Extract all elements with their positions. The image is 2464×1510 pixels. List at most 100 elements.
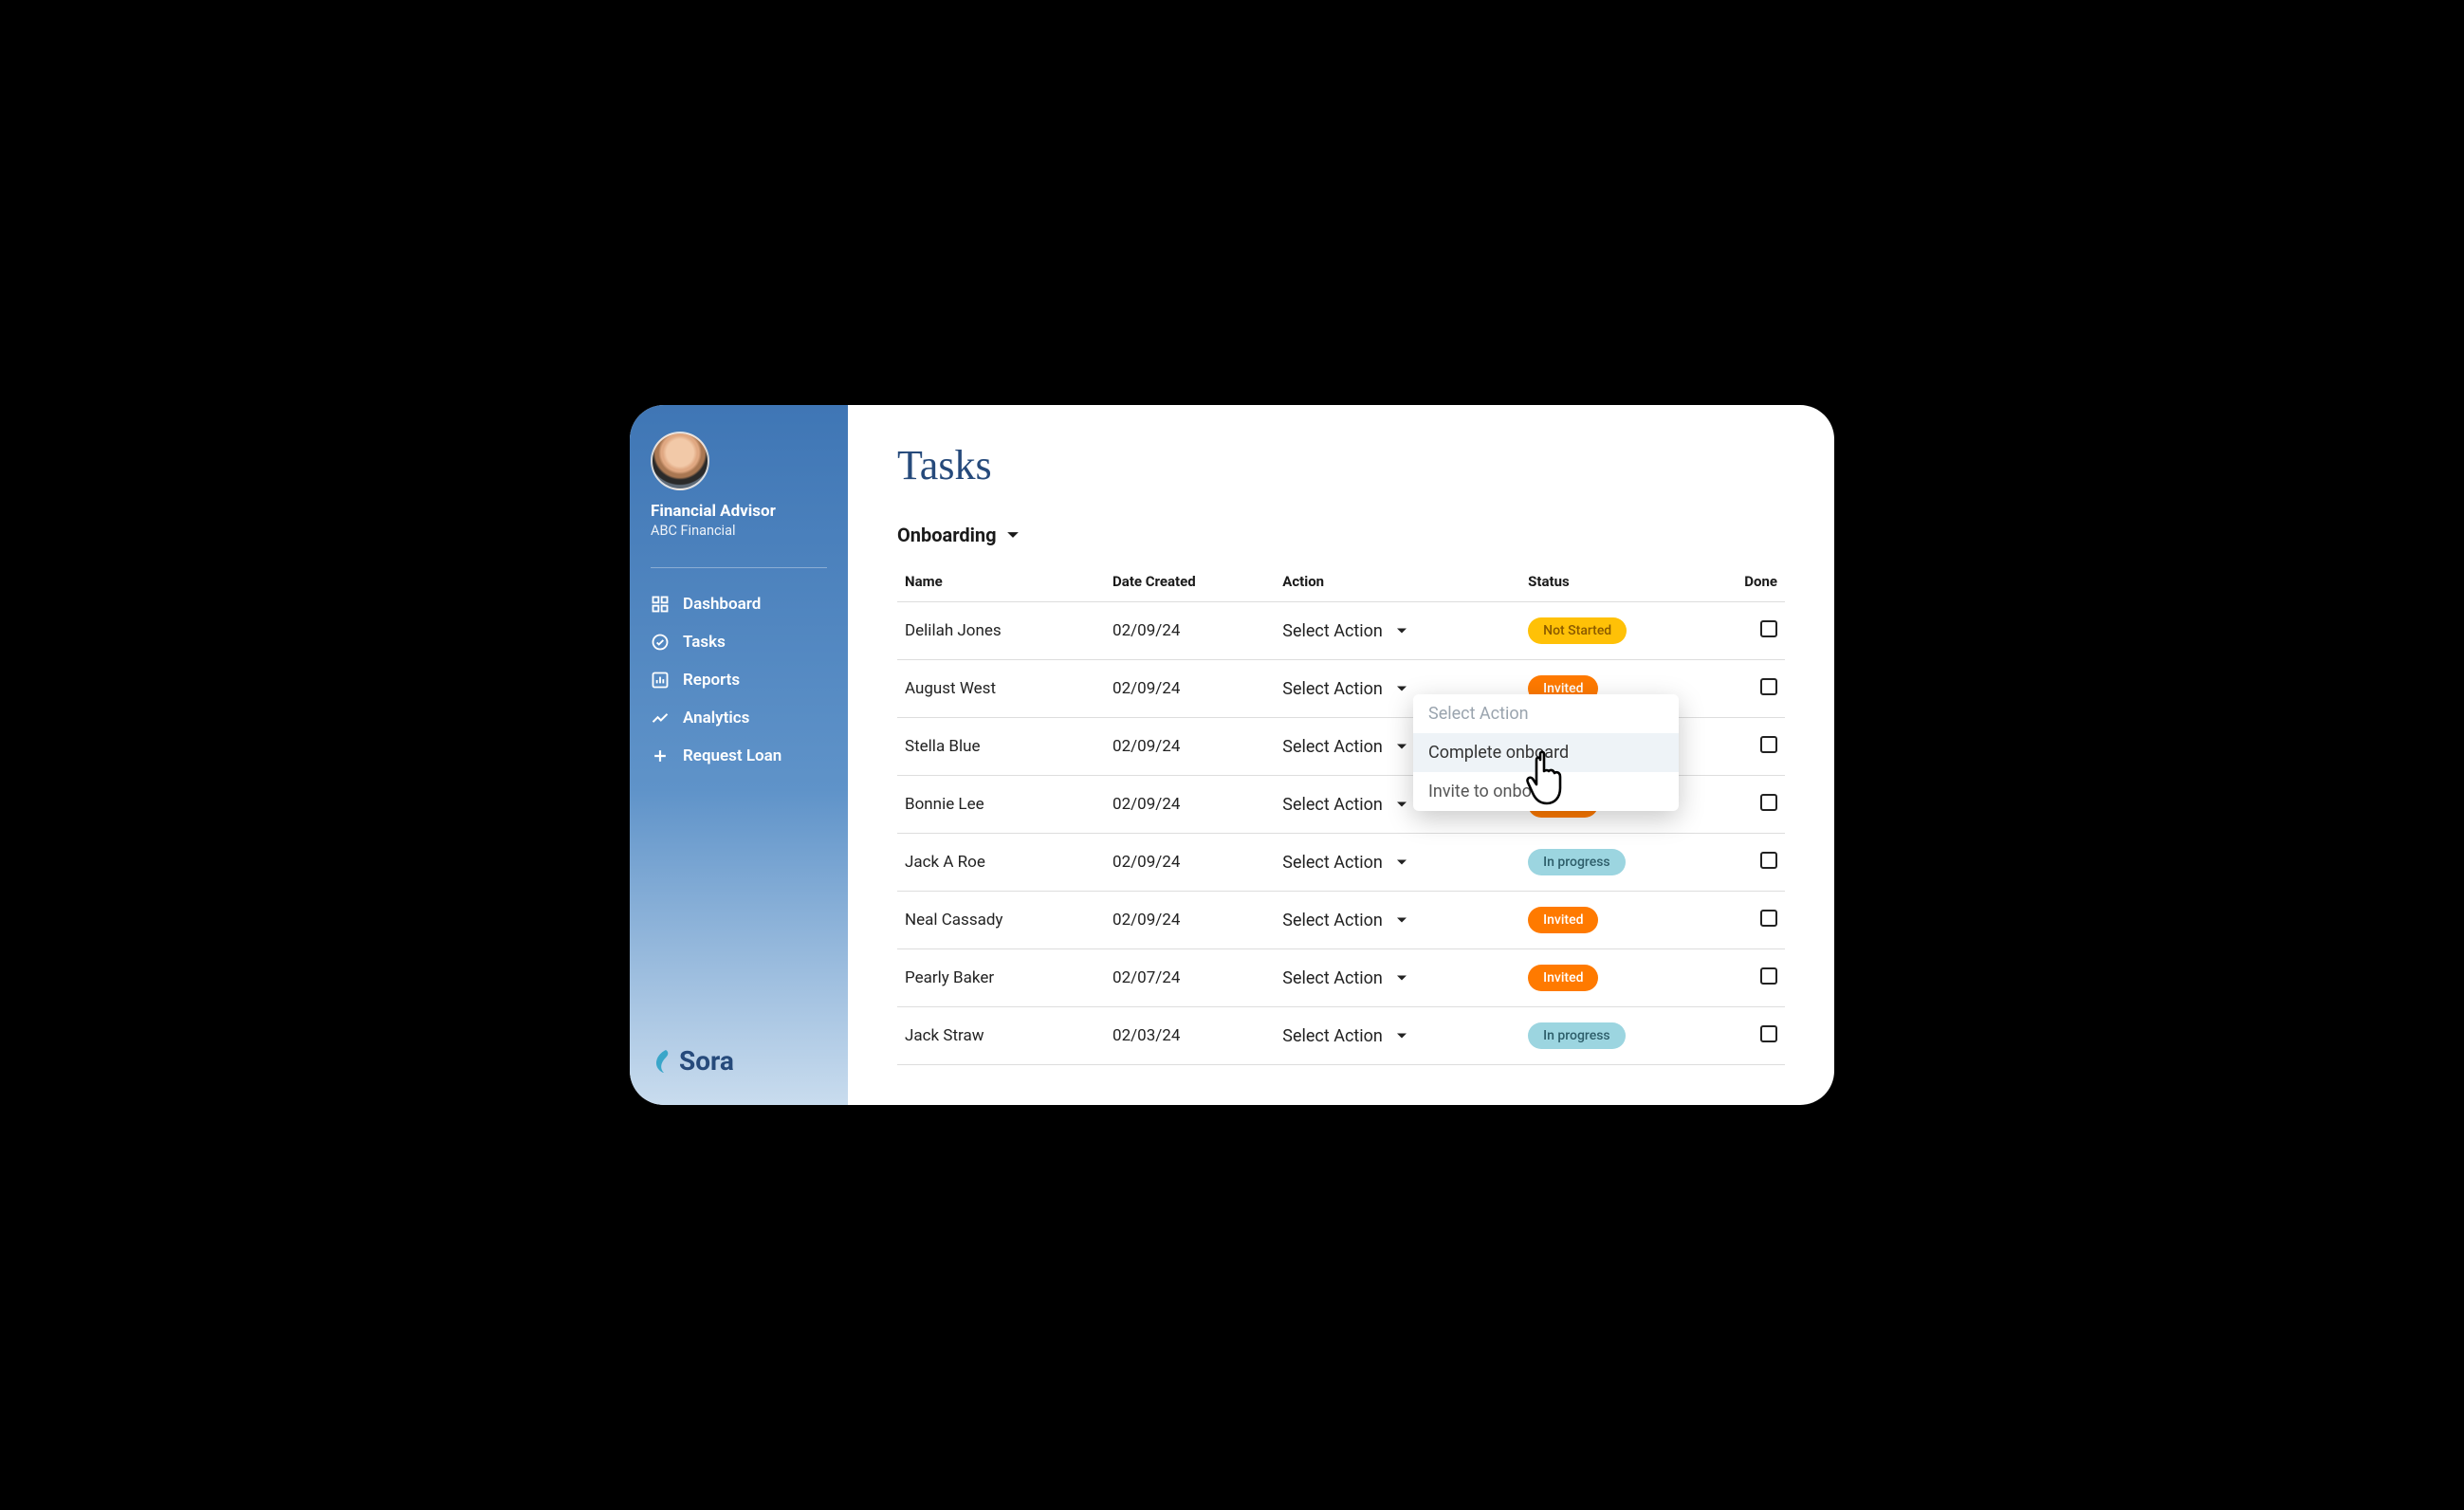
done-checkbox[interactable]: [1760, 967, 1777, 985]
sidebar-nav: Dashboard Tasks Reports Analytics: [630, 585, 848, 775]
col-header-name: Name: [897, 562, 1105, 602]
sidebar-item-label: Tasks: [683, 633, 726, 652]
cell-done: [1709, 602, 1785, 660]
profile-org: ABC Financial: [651, 523, 827, 539]
cell-name: Pearly Baker: [897, 949, 1105, 1007]
chevron-down-icon: [1396, 679, 1407, 699]
chevron-down-icon: [1396, 621, 1407, 641]
dropdown-item: Select Action: [1413, 694, 1679, 733]
col-header-action: Action: [1275, 562, 1520, 602]
cell-date: 02/07/24: [1105, 949, 1275, 1007]
grid-icon: [651, 595, 670, 614]
profile-block: Financial Advisor ABC Financial: [630, 432, 848, 558]
cursor-hand-icon: [1521, 748, 1572, 811]
table-header: Name Date Created Action Status Done: [897, 562, 1785, 602]
select-action-dropdown[interactable]: Select Action: [1282, 679, 1407, 699]
filter-dropdown[interactable]: Onboarding: [897, 524, 1785, 546]
cell-name: Delilah Jones: [897, 602, 1105, 660]
check-circle-icon: [651, 633, 670, 652]
cell-done: [1709, 1007, 1785, 1065]
avatar[interactable]: [651, 432, 709, 490]
sidebar: Financial Advisor ABC Financial Dashboar…: [630, 405, 848, 1105]
cell-action: Select Action: [1275, 834, 1520, 892]
brand-name: Sora: [679, 1045, 734, 1077]
app-window: Financial Advisor ABC Financial Dashboar…: [630, 405, 1834, 1105]
bar-chart-icon: [651, 671, 670, 690]
cell-done: [1709, 718, 1785, 776]
sidebar-item-label: Analytics: [683, 709, 749, 727]
cell-done: [1709, 834, 1785, 892]
cell-date: 02/09/24: [1105, 602, 1275, 660]
done-checkbox[interactable]: [1760, 852, 1777, 869]
select-action-dropdown[interactable]: Select Action: [1282, 621, 1407, 641]
col-header-date: Date Created: [1105, 562, 1275, 602]
sidebar-divider: [651, 567, 827, 568]
cell-done: [1709, 892, 1785, 949]
select-action-label: Select Action: [1282, 621, 1383, 641]
cell-name: Bonnie Lee: [897, 776, 1105, 834]
cell-date: 02/09/24: [1105, 660, 1275, 718]
cell-status: Not Started: [1520, 602, 1709, 660]
select-action-dropdown[interactable]: Select Action: [1282, 911, 1407, 930]
chevron-down-icon: [1396, 853, 1407, 873]
select-action-label: Select Action: [1282, 737, 1383, 757]
cell-action: Select Action: [1275, 892, 1520, 949]
done-checkbox[interactable]: [1760, 620, 1777, 637]
cell-name: Stella Blue: [897, 718, 1105, 776]
cell-date: 02/03/24: [1105, 1007, 1275, 1065]
sidebar-item-label: Dashboard: [683, 595, 761, 614]
select-action-label: Select Action: [1282, 679, 1383, 699]
cell-action: Select Action: [1275, 949, 1520, 1007]
select-action-dropdown[interactable]: Select Action: [1282, 968, 1407, 988]
table-row: Delilah Jones 02/09/24 Select Action Not…: [897, 602, 1785, 660]
done-checkbox[interactable]: [1760, 910, 1777, 927]
status-badge: In progress: [1528, 849, 1626, 875]
cell-date: 02/09/24: [1105, 834, 1275, 892]
select-action-label: Select Action: [1282, 968, 1383, 988]
sidebar-item-dashboard[interactable]: Dashboard: [630, 585, 848, 623]
cell-status: In progress: [1520, 1007, 1709, 1065]
page-title: Tasks: [897, 441, 1785, 489]
chevron-down-icon: [1396, 911, 1407, 930]
sidebar-item-analytics[interactable]: Analytics: [630, 699, 848, 737]
cell-date: 02/09/24: [1105, 892, 1275, 949]
cell-done: [1709, 660, 1785, 718]
cell-action: Select Action: [1275, 1007, 1520, 1065]
table-row: Neal Cassady 02/09/24 Select Action Invi…: [897, 892, 1785, 949]
done-checkbox[interactable]: [1760, 678, 1777, 695]
done-checkbox[interactable]: [1760, 736, 1777, 753]
chevron-down-icon: [1396, 968, 1407, 988]
table-row: Pearly Baker 02/07/24 Select Action Invi…: [897, 949, 1785, 1007]
sidebar-item-reports[interactable]: Reports: [630, 661, 848, 699]
brand-logo: Sora: [630, 1045, 848, 1084]
status-badge: Invited: [1528, 965, 1598, 991]
select-action-dropdown[interactable]: Select Action: [1282, 1026, 1407, 1046]
select-action-label: Select Action: [1282, 853, 1383, 873]
select-action-dropdown[interactable]: Select Action: [1282, 737, 1407, 757]
filter-label: Onboarding: [897, 524, 997, 546]
select-action-label: Select Action: [1282, 1026, 1383, 1046]
cell-done: [1709, 949, 1785, 1007]
sidebar-item-tasks[interactable]: Tasks: [630, 623, 848, 661]
cell-done: [1709, 776, 1785, 834]
select-action-dropdown[interactable]: Select Action: [1282, 853, 1407, 873]
cell-name: Jack Straw: [897, 1007, 1105, 1065]
done-checkbox[interactable]: [1760, 794, 1777, 811]
sora-mark-icon: [651, 1048, 673, 1075]
done-checkbox[interactable]: [1760, 1025, 1777, 1042]
cell-status: Invited: [1520, 949, 1709, 1007]
cell-action: Select Action: [1275, 602, 1520, 660]
select-action-dropdown[interactable]: Select Action: [1282, 795, 1407, 815]
select-action-label: Select Action: [1282, 795, 1383, 815]
table-row: Jack Straw 02/03/24 Select Action In pro…: [897, 1007, 1785, 1065]
cell-name: Jack A Roe: [897, 834, 1105, 892]
profile-role: Financial Advisor: [651, 502, 827, 521]
status-badge: Not Started: [1528, 617, 1627, 644]
cell-name: August West: [897, 660, 1105, 718]
chevron-down-icon: [1006, 524, 1020, 546]
status-badge: Invited: [1528, 907, 1598, 933]
cell-status: Invited: [1520, 892, 1709, 949]
main-panel: Tasks Onboarding Name Date Created Actio…: [848, 405, 1834, 1105]
chevron-down-icon: [1396, 737, 1407, 757]
sidebar-item-request-loan[interactable]: Request Loan: [630, 737, 848, 775]
